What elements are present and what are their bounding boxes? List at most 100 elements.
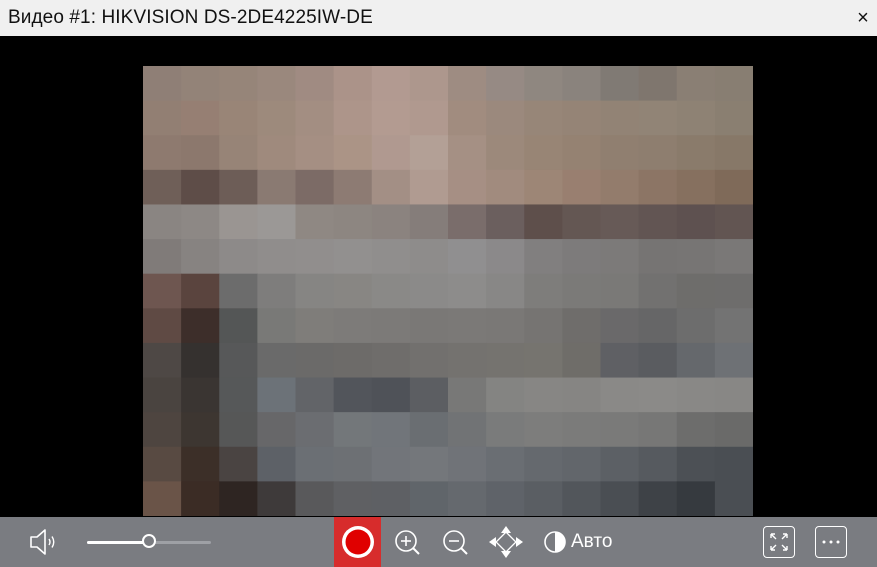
contrast-icon <box>544 531 566 553</box>
video-pixel-block <box>295 204 335 240</box>
record-icon <box>341 526 374 558</box>
video-pixel-block <box>562 66 602 102</box>
video-pixel-block <box>562 100 602 136</box>
video-pixel-block <box>371 308 411 344</box>
video-pixel-block <box>257 66 297 102</box>
video-area <box>0 36 877 517</box>
video-pixel-block <box>409 66 449 102</box>
video-pixel-block <box>143 135 182 171</box>
video-pixel-block <box>714 66 753 102</box>
video-pixel-block <box>181 308 220 344</box>
video-pixel-block <box>409 273 449 309</box>
video-pixel-block <box>638 169 678 206</box>
video-pixel-block <box>333 446 373 482</box>
video-pixel-block <box>371 273 411 309</box>
video-pixel-block <box>181 481 220 516</box>
fullscreen-button[interactable] <box>763 526 795 558</box>
title-bar: Видео #1: HIKVISION DS-2DE4225IW-DE × <box>0 0 877 36</box>
video-pixel-block <box>714 204 753 240</box>
video-pixel-block <box>143 239 182 275</box>
video-pixel-block <box>676 342 716 379</box>
volume-slider-fill <box>87 541 149 544</box>
video-pixel-block <box>600 481 640 516</box>
zoom-out-button[interactable] <box>440 527 472 557</box>
video-pixel-block <box>181 66 220 102</box>
video-pixel-block <box>257 100 297 136</box>
video-pixel-block <box>257 204 297 240</box>
video-pixel-block <box>524 169 563 206</box>
image-mode-button[interactable] <box>540 529 570 555</box>
video-pixel-block <box>371 377 411 413</box>
video-pixel-block <box>486 239 525 275</box>
video-pixel-block <box>409 342 449 379</box>
video-pixel-block <box>562 412 602 448</box>
video-pixel-block <box>257 446 297 482</box>
video-pixel-block <box>257 135 297 171</box>
video-pixel-block <box>371 66 411 102</box>
video-pixel-block <box>333 308 373 344</box>
video-pixel-block <box>143 308 182 344</box>
video-pixel-block <box>371 239 411 275</box>
ptz-control-button[interactable] <box>486 525 526 559</box>
video-preview[interactable] <box>143 66 753 516</box>
pixelated-video-image <box>143 66 753 516</box>
more-options-button[interactable] <box>815 526 847 558</box>
video-pixel-block <box>486 446 525 482</box>
image-mode-label[interactable]: Авто <box>571 530 612 554</box>
video-pixel-block <box>714 342 753 379</box>
video-pixel-block <box>486 273 525 309</box>
video-pixel-block <box>714 481 753 516</box>
video-pixel-block <box>333 481 373 516</box>
video-pixel-block <box>371 169 411 206</box>
video-pixel-block <box>448 446 487 482</box>
video-pixel-block <box>371 204 411 240</box>
video-pixel-block <box>181 412 220 448</box>
video-pixel-block <box>676 239 716 275</box>
video-pixel-block <box>143 342 182 379</box>
video-pixel-block <box>143 169 182 206</box>
video-pixel-block <box>181 204 220 240</box>
video-pixel-block <box>714 169 753 206</box>
video-pixel-block <box>676 66 716 102</box>
video-pixel-block <box>714 446 753 482</box>
video-pixel-block <box>257 308 297 344</box>
video-pixel-block <box>181 377 220 413</box>
video-pixel-block <box>562 135 602 171</box>
close-button[interactable]: × <box>849 0 877 36</box>
zoom-out-icon <box>443 530 468 555</box>
video-pixel-block <box>524 135 563 171</box>
video-pixel-block <box>181 342 220 379</box>
video-pixel-block <box>295 100 335 136</box>
video-pixel-block <box>143 66 182 102</box>
video-pixel-block <box>448 273 487 309</box>
record-button[interactable] <box>334 517 381 567</box>
video-pixel-block <box>181 273 220 309</box>
video-pixel-block <box>486 377 525 413</box>
video-pixel-block <box>638 239 678 275</box>
video-pixel-block <box>600 273 640 309</box>
video-pixel-block <box>600 377 640 413</box>
video-pixel-block <box>676 273 716 309</box>
video-pixel-block <box>219 342 258 379</box>
video-pixel-block <box>295 66 335 102</box>
video-pixel-block <box>409 135 449 171</box>
video-pixel-block <box>448 135 487 171</box>
volume-slider[interactable] <box>84 531 214 553</box>
zoom-in-button[interactable] <box>392 527 424 557</box>
video-pixel-block <box>219 308 258 344</box>
video-pixel-block <box>333 377 373 413</box>
video-pixel-block <box>333 66 373 102</box>
video-pixel-block <box>486 204 525 240</box>
video-pixel-block <box>676 100 716 136</box>
volume-slider-thumb[interactable] <box>142 534 156 548</box>
video-pixel-block <box>409 100 449 136</box>
ellipsis-icon <box>822 540 840 544</box>
video-pixel-block <box>676 204 716 240</box>
video-pixel-block <box>295 412 335 448</box>
video-pixel-block <box>219 169 258 206</box>
video-pixel-block <box>524 66 563 102</box>
video-pixel-block <box>486 481 525 516</box>
video-pixel-block <box>143 273 182 309</box>
video-pixel-block <box>486 135 525 171</box>
volume-button[interactable] <box>28 527 64 557</box>
